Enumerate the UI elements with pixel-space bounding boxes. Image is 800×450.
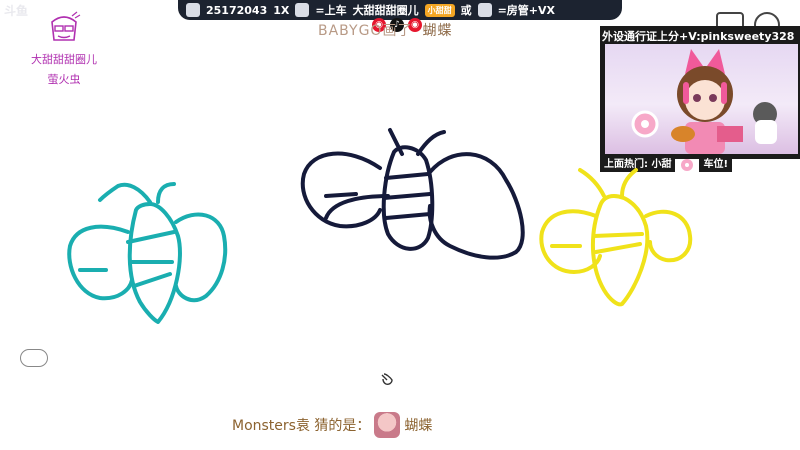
guess-answer: 蝴蝶 bbox=[404, 418, 433, 434]
teal-butterfly-drawing bbox=[67, 182, 228, 324]
hand-cursor-icon bbox=[381, 373, 393, 385]
chat-icon[interactable] bbox=[20, 349, 48, 367]
navy-butterfly-drawing bbox=[300, 128, 525, 260]
guess-label: 猜的是： bbox=[314, 418, 371, 434]
guess-line: Monsters袁 猜的是： 蝴蝶 bbox=[232, 412, 432, 438]
drawing-canvas[interactable] bbox=[0, 0, 800, 450]
guess-avatar-icon bbox=[374, 412, 401, 438]
yellow-butterfly-drawing bbox=[539, 168, 693, 307]
guess-user: Monsters袁 bbox=[232, 418, 310, 434]
